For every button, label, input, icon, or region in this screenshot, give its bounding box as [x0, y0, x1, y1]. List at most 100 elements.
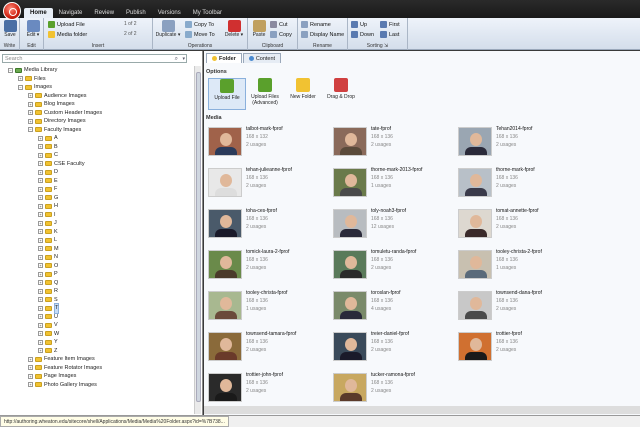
tree-node[interactable]: − Faculty Images: [0, 126, 195, 135]
save-button[interactable]: Save: [2, 20, 18, 38]
media-thumbnail[interactable]: [208, 332, 242, 361]
tab-home[interactable]: Home: [24, 8, 53, 18]
tree-node[interactable]: + N: [0, 253, 195, 262]
copy-button[interactable]: Copy: [270, 31, 292, 38]
expand-toggle-icon[interactable]: +: [38, 186, 43, 192]
expand-toggle-icon[interactable]: +: [38, 288, 43, 294]
expand-toggle-icon[interactable]: +: [28, 101, 33, 107]
tree-node[interactable]: + W: [0, 330, 195, 339]
tree-node[interactable]: + T: [0, 303, 195, 314]
expand-toggle-icon[interactable]: +: [28, 365, 33, 371]
media-thumbnail[interactable]: [458, 332, 492, 361]
media-thumbnail[interactable]: [458, 168, 492, 197]
delete-button[interactable]: Delete ▾: [223, 20, 245, 38]
media-thumbnail[interactable]: [458, 291, 492, 320]
tree-node[interactable]: + E: [0, 177, 195, 186]
media-thumbnail[interactable]: [208, 291, 242, 320]
media-thumbnail[interactable]: [333, 209, 367, 238]
expand-toggle-icon[interactable]: +: [38, 305, 43, 311]
option-drag-drop[interactable]: Drag & Drop: [322, 78, 360, 100]
tree-node[interactable]: + O: [0, 262, 195, 271]
upload-file-button[interactable]: Upload File: [48, 21, 85, 28]
tab-publish[interactable]: Publish: [120, 8, 152, 18]
cut-button[interactable]: Cut: [270, 21, 288, 28]
chevron-down-icon[interactable]: ▾: [182, 55, 185, 63]
tree-node[interactable]: + C: [0, 151, 195, 160]
app-menu-orb-icon[interactable]: [3, 2, 21, 20]
expand-toggle-icon[interactable]: +: [18, 76, 23, 82]
expand-toggle-icon[interactable]: +: [38, 331, 43, 337]
sort-up-button[interactable]: Up: [351, 21, 367, 28]
expand-toggle-icon[interactable]: +: [38, 297, 43, 303]
expand-toggle-icon[interactable]: +: [38, 348, 43, 354]
option-new-folder[interactable]: New Folder: [284, 78, 322, 100]
expand-toggle-icon[interactable]: +: [38, 169, 43, 175]
media-thumbnail[interactable]: [333, 332, 367, 361]
media-folder-button[interactable]: Media folder: [48, 31, 87, 38]
expand-toggle-icon[interactable]: +: [38, 220, 43, 226]
expand-toggle-icon[interactable]: −: [18, 84, 23, 90]
option-upload-files-advanced[interactable]: Upload Files (Advanced): [246, 78, 284, 106]
expand-toggle-icon[interactable]: +: [28, 118, 33, 124]
horizontal-scrollbar[interactable]: [204, 406, 640, 414]
media-thumbnail[interactable]: [458, 250, 492, 279]
tree-node[interactable]: + R: [0, 287, 195, 296]
expand-toggle-icon[interactable]: +: [28, 373, 33, 379]
media-item[interactable]: trottier-fprof 168 x 136 2 usages: [456, 330, 616, 364]
tree-node[interactable]: + B: [0, 143, 195, 152]
tree-node[interactable]: + Directory Images: [0, 117, 195, 126]
media-thumbnail[interactable]: [333, 291, 367, 320]
sort-first-button[interactable]: First: [380, 21, 400, 28]
media-thumbnail[interactable]: [333, 250, 367, 279]
sort-last-button[interactable]: Last: [380, 31, 399, 38]
expand-toggle-icon[interactable]: +: [38, 178, 43, 184]
tree-node[interactable]: + Q: [0, 279, 195, 288]
media-thumbnail[interactable]: [208, 250, 242, 279]
tree-node[interactable]: + Page Images: [0, 372, 195, 381]
media-item[interactable]: Tehan2014-fprof 168 x 136 2 usages: [456, 125, 616, 159]
display-name-button[interactable]: Display Name: [301, 31, 344, 38]
media-thumbnail[interactable]: [458, 209, 492, 238]
expand-toggle-icon[interactable]: −: [8, 67, 13, 73]
expand-toggle-icon[interactable]: +: [28, 382, 33, 388]
search-icon[interactable]: ⌕: [175, 55, 178, 63]
tree-node[interactable]: + Custom Header Images: [0, 109, 195, 118]
move-to-button[interactable]: Move To: [185, 31, 215, 38]
sort-down-button[interactable]: Down: [351, 31, 374, 38]
tree-node[interactable]: − Media Library: [0, 66, 195, 75]
expand-toggle-icon[interactable]: +: [38, 144, 43, 150]
tree-node[interactable]: + M: [0, 245, 195, 254]
tree-node[interactable]: + P: [0, 270, 195, 279]
tree-node[interactable]: + V: [0, 321, 195, 330]
expand-toggle-icon[interactable]: +: [28, 110, 33, 116]
tree-node[interactable]: + U: [0, 313, 195, 322]
tab-versions[interactable]: Versions: [152, 8, 187, 18]
tree-node[interactable]: + Blog Images: [0, 100, 195, 109]
tree-node[interactable]: + Z: [0, 347, 195, 356]
tree-node[interactable]: + Feature Item Images: [0, 355, 195, 364]
tab-content[interactable]: Content: [242, 53, 282, 63]
duplicate-button[interactable]: Duplicate ▾: [155, 20, 181, 38]
expand-toggle-icon[interactable]: +: [38, 161, 43, 167]
tree-node[interactable]: + J: [0, 219, 195, 228]
rename-button[interactable]: Rename: [301, 21, 331, 28]
media-item[interactable]: thorne-mark-fprof 168 x 136 2 usages: [456, 166, 616, 200]
media-thumbnail[interactable]: [208, 168, 242, 197]
media-thumbnail[interactable]: [208, 127, 242, 156]
tree-node[interactable]: + Feature Rotator Images: [0, 364, 195, 373]
tree-node[interactable]: + CSE Faculty: [0, 160, 195, 169]
expand-toggle-icon[interactable]: +: [38, 152, 43, 158]
search-input[interactable]: Search ⌕ ▾: [2, 54, 187, 63]
tree-node[interactable]: + Photo Gallery Images: [0, 381, 195, 390]
tree-node[interactable]: + A: [0, 134, 195, 143]
tree-node[interactable]: − Images: [0, 83, 195, 92]
expand-toggle-icon[interactable]: +: [38, 254, 43, 260]
tab-folder[interactable]: Folder: [206, 53, 242, 63]
expand-toggle-icon[interactable]: +: [38, 339, 43, 345]
expand-toggle-icon[interactable]: +: [38, 195, 43, 201]
edit-button[interactable]: Edit ▾: [24, 20, 42, 38]
tree-node[interactable]: + D: [0, 168, 195, 177]
tree-node[interactable]: + L: [0, 236, 195, 245]
tree-node[interactable]: + I: [0, 211, 195, 220]
tree-node[interactable]: + H: [0, 202, 195, 211]
